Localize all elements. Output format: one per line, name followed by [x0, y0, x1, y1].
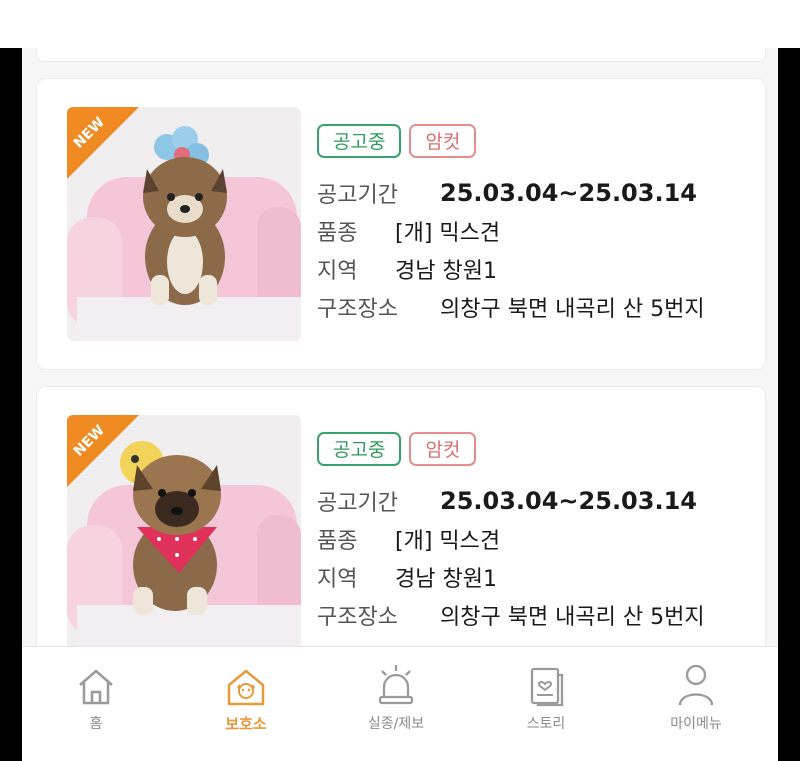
- period-value: 25.03.04~25.03.14: [440, 179, 697, 207]
- shelter-icon: [227, 669, 265, 706]
- animal-listing-card[interactable]: NEW 공고중 암컷 공고기간 25.03.04~25.03.14 품종 [개]…: [36, 78, 766, 370]
- breed-label: 품종: [317, 529, 358, 554]
- rescue-location-label: 구조장소: [317, 605, 398, 630]
- region-value: 경남 창원1: [395, 259, 497, 284]
- home-icon: [79, 669, 113, 705]
- nav-label-missing-report: 실종/제보: [367, 716, 425, 732]
- nav-label-home: 홈: [89, 716, 103, 732]
- period-label: 공고기간: [317, 491, 398, 516]
- left-black-bar: [0, 48, 22, 761]
- animal-photo[interactable]: NEW: [67, 415, 301, 649]
- breed-value: [개] 믹스견: [395, 221, 501, 246]
- rescue-location-value: 의창구 북면 내곡리 산 5번지: [440, 605, 705, 630]
- app-screen: NEW 공고중 암컷 공고기간 25.03.04~25.03.14 품종 [개]…: [22, 48, 778, 761]
- animal-photo[interactable]: NEW: [67, 107, 301, 341]
- period-label: 공고기간: [317, 183, 398, 208]
- person-icon: [678, 664, 714, 706]
- region-label: 지역: [317, 567, 358, 592]
- bottom-nav-bar: 홈 보호소 실종/제보 스토리 마이메뉴: [22, 646, 778, 761]
- nav-item-missing-report[interactable]: 실종/제보: [326, 661, 466, 733]
- nav-label-story: 스토리: [526, 716, 566, 732]
- right-black-bar: [778, 48, 800, 761]
- region-label: 지역: [317, 259, 358, 284]
- story-icon: [530, 667, 564, 707]
- sex-tag: 암컷: [409, 124, 477, 158]
- period-value: 25.03.04~25.03.14: [440, 487, 697, 515]
- status-tag: 공고중: [317, 432, 402, 466]
- rescue-location-label: 구조장소: [317, 297, 398, 322]
- rescue-location-value: 의창구 북면 내곡리 산 5번지: [440, 297, 705, 322]
- sex-tag: 암컷: [409, 432, 477, 466]
- nav-label-my-menu: 마이메뉴: [670, 716, 722, 732]
- nav-item-home[interactable]: 홈: [26, 661, 166, 733]
- nav-label-shelter: 보호소: [225, 715, 267, 733]
- breed-label: 품종: [317, 221, 358, 246]
- region-value: 경남 창원1: [395, 567, 497, 592]
- animal-listing-card[interactable]: NEW 공고중 암컷 공고기간 25.03.04~25.03.14 품종 [개]…: [36, 386, 766, 678]
- status-tag: 공고중: [317, 124, 402, 158]
- siren-icon: [378, 665, 414, 705]
- breed-value: [개] 믹스견: [395, 529, 501, 554]
- nav-item-story[interactable]: 스토리: [476, 661, 616, 733]
- nav-item-shelter[interactable]: 보호소: [176, 661, 316, 734]
- nav-item-my-menu[interactable]: 마이메뉴: [626, 661, 766, 733]
- previous-card-edge: [36, 48, 766, 62]
